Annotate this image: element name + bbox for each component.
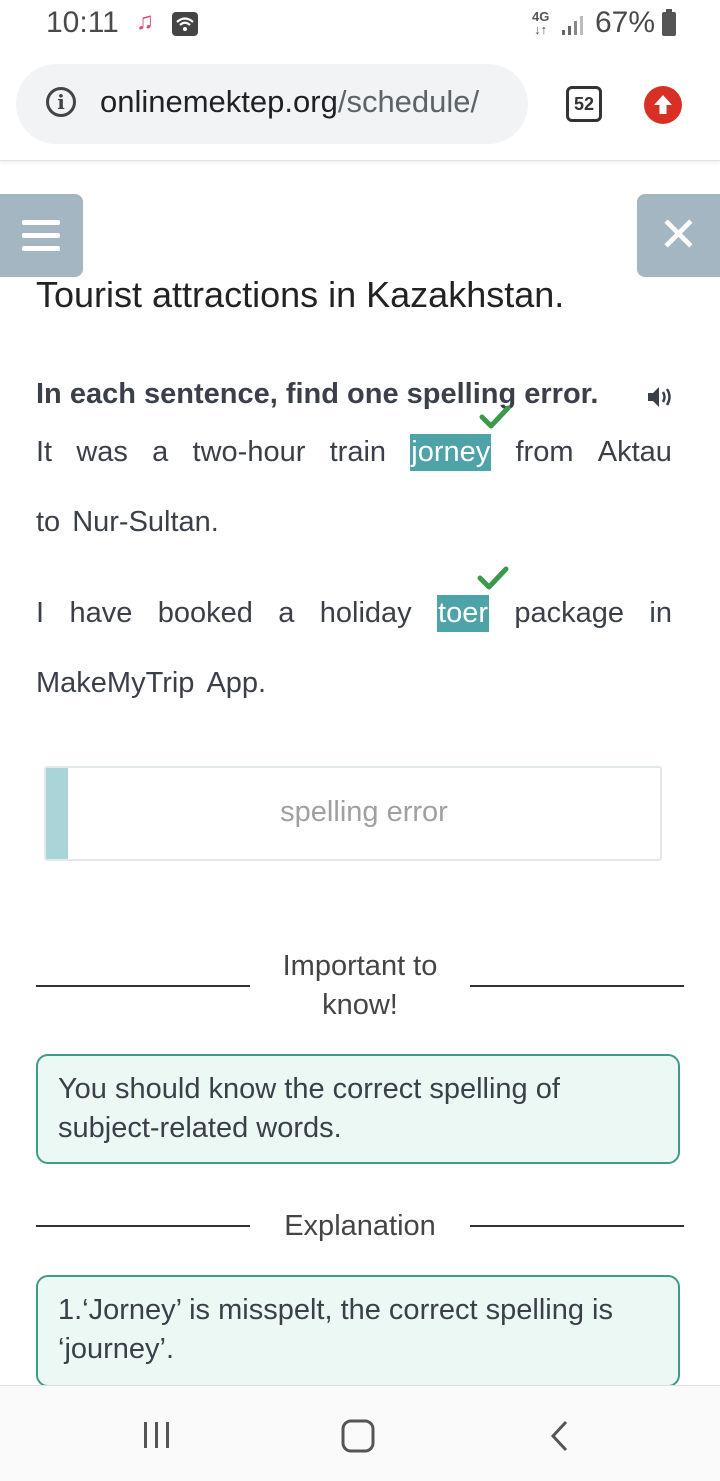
selected-word-text: toer — [438, 597, 489, 629]
word[interactable]: MakeMyTrip — [36, 667, 194, 700]
word[interactable]: I — [36, 597, 44, 630]
answer-drop-zone[interactable]: spelling error — [44, 766, 662, 861]
word[interactable]: was — [76, 436, 128, 469]
divider — [36, 1225, 250, 1227]
check-icon — [479, 405, 511, 429]
close-icon: ✕ — [658, 209, 699, 262]
word[interactable]: to — [36, 506, 60, 539]
word[interactable]: holiday — [320, 597, 412, 630]
word[interactable]: App. — [206, 667, 266, 700]
explanation-text: 1.‘Jorney’ is misspelt, the correct spel… — [58, 1294, 613, 1365]
word[interactable]: two-hour — [193, 436, 306, 469]
word[interactable]: Nur-Sultan. — [72, 506, 219, 539]
sentence-2-line-1: I have booked a holiday toer package in — [36, 566, 672, 632]
explanation-heading: Explanation — [284, 1210, 436, 1242]
word[interactable]: have — [69, 597, 132, 630]
url-domain: onlinemektep.org — [100, 84, 338, 119]
wifi-icon — [172, 12, 198, 36]
word[interactable]: train — [330, 436, 386, 469]
word[interactable]: in — [649, 597, 672, 630]
speaker-icon[interactable] — [646, 384, 676, 415]
page-title: Tourist attractions in Kazakhstan. — [36, 274, 565, 315]
word[interactable]: package — [514, 597, 624, 630]
selected-word-text: jorney — [411, 436, 491, 468]
word[interactable]: a — [152, 436, 168, 469]
word[interactable]: Aktau — [598, 436, 672, 469]
divider — [470, 985, 684, 987]
system-nav-bar — [0, 1385, 720, 1481]
word[interactable]: from — [516, 436, 574, 469]
close-button[interactable]: ✕ — [637, 194, 720, 277]
signal-icon — [560, 14, 584, 41]
divider — [470, 1225, 684, 1227]
music-icon: ♫ — [136, 8, 154, 35]
recent-apps-icon[interactable] — [140, 1418, 174, 1457]
drop-zone-label: spelling error — [280, 796, 448, 828]
upload-icon[interactable] — [644, 86, 682, 124]
menu-button[interactable] — [0, 194, 83, 277]
drop-zone-stripe — [46, 768, 68, 859]
tabs-button[interactable]: 52 — [566, 86, 602, 122]
word[interactable]: a — [278, 597, 294, 630]
home-icon[interactable] — [340, 1418, 376, 1459]
sentence-1-line-2: to Nur-Sultan. — [36, 506, 672, 539]
sentence-1-line-1: It was a two-hour train jorney from Akta… — [36, 405, 672, 471]
instruction-text: In each sentence, find one spelling erro… — [36, 378, 599, 410]
word[interactable]: It — [36, 436, 52, 469]
status-bar: 10:11 ♫ 4G ↓↑ 67% — [0, 0, 720, 50]
network-type: 4G ↓↑ — [532, 9, 550, 37]
important-heading: Important to know! — [282, 950, 438, 1021]
back-icon[interactable] — [546, 1418, 574, 1459]
url-path: /schedule/ — [337, 84, 480, 119]
explanation-box: 1.‘Jorney’ is misspelt, the correct spel… — [36, 1275, 680, 1387]
battery-percent: 67% — [595, 6, 656, 39]
important-box: You should know the correct spelling of … — [36, 1054, 680, 1164]
selected-error-word[interactable]: toer — [437, 566, 509, 632]
divider — [36, 985, 250, 987]
selected-error-word[interactable]: jorney — [410, 405, 511, 471]
battery-icon — [662, 9, 676, 36]
url-text[interactable]: onlinemektep.org/schedule/ — [100, 84, 479, 120]
address-bar[interactable]: i onlinemektep.org/schedule/ — [16, 64, 528, 144]
word[interactable]: booked — [158, 597, 253, 630]
important-text: You should know the correct spelling of … — [58, 1073, 560, 1144]
info-icon[interactable]: i — [46, 87, 76, 117]
sentence-2-line-2: MakeMyTrip App. — [36, 667, 672, 700]
check-icon — [477, 566, 509, 590]
browser-toolbar: i onlinemektep.org/schedule/ 52 — [0, 50, 720, 161]
status-time: 10:11 — [46, 6, 119, 39]
